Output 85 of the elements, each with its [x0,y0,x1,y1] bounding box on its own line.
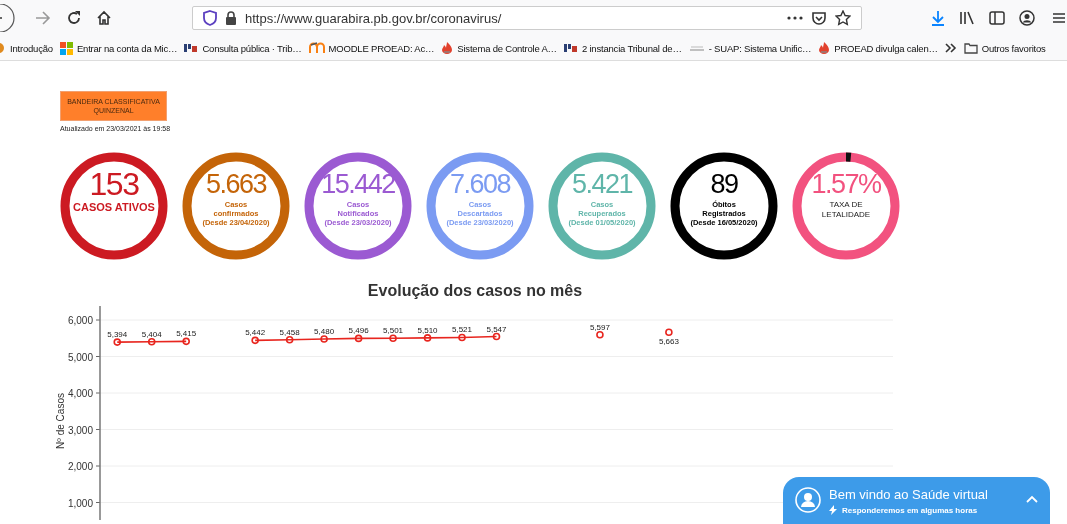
folder-icon [963,42,978,54]
stat-value: 1.57% [811,168,881,200]
tick-label: 1,000 [67,497,93,509]
flame-icon [818,41,831,55]
stat-label: TAXA DE [829,200,863,210]
data-label: 5,510 [417,325,438,335]
chevron-up-icon[interactable] [1026,495,1038,503]
reload-icon[interactable] [66,10,82,26]
more-icon[interactable] [787,16,803,20]
data-point [492,332,501,341]
data-label: 5,501 [383,326,404,336]
stat-value: 5.421 [571,168,633,200]
sidebar-icon[interactable] [989,11,1005,25]
address-bar[interactable]: https://www.guarabira.pb.gov.br/coronavirus/ [192,6,862,30]
bookmark-item[interactable]: - SUAP: Sistema Unific… [688,42,812,54]
data-label: 5,663 [658,337,679,347]
data-label: 5,547 [486,324,507,334]
stat-value: 7.608 [449,168,511,200]
data-point [320,335,328,343]
forward-icon[interactable] [34,10,52,26]
pocket-icon[interactable] [811,10,827,26]
data-label: 5,496 [348,326,369,336]
tick-mark [95,392,101,394]
data-point [251,336,259,345]
bookmark-item[interactable]: MOODLE PROEAD: Ac… [308,42,435,54]
data-point [113,338,122,346]
chevron-icon[interactable] [944,43,957,53]
bookmark-item[interactable]: Introdução [0,42,53,54]
data-label: 5,394 [107,330,128,340]
tick-label: 5,000 [67,351,93,363]
data-point [458,333,466,342]
data-point [354,334,363,343]
stat-value: 5.663 [205,168,267,200]
lock-icon [225,11,237,25]
data-point [423,334,432,342]
data-label: 5,458 [279,327,300,337]
stat-label: CASOS ATIVOS [73,200,155,214]
data-label: 5,480 [314,327,335,336]
tick-label: 3,000 [67,424,93,436]
tick-label: 2,000 [67,461,93,472]
data-label: 5,597 [589,322,610,332]
data-point [596,330,604,339]
chat-subtitle: Responderemos em algumas horas [842,505,978,515]
star-icon[interactable] [835,10,851,26]
chat-title: Bem vindo ao Saúde virtual [829,487,988,502]
url-text: https://www.guarabira.pb.gov.br/coronavirus/ [245,10,502,26]
chart-title: Evolução dos casos no mês [366,282,584,300]
data-label: 5,415 [176,329,197,339]
tick-mark [95,356,101,357]
bookmark-folder[interactable]: Outros favoritos [963,42,1046,54]
stat-label: LETALIDADE [821,210,871,220]
stat-value: 153 [89,168,139,200]
library-icon[interactable] [959,11,975,25]
account-icon[interactable] [1019,10,1035,26]
shield-icon[interactable] [203,10,217,26]
tick-label: 6,000 [67,315,93,326]
stat-value: 89 [710,168,738,200]
flame-icon [441,41,454,55]
bookmark-item[interactable]: Sistema de Controle A… [441,41,557,55]
tick-label: 4,000 [67,388,93,399]
data-point [389,334,397,343]
tick-mark [95,502,101,503]
axis-title: Nº de Casos [55,393,66,449]
home-icon[interactable] [96,10,112,26]
data-label: 5,404 [141,329,162,339]
avatar-icon [795,487,821,513]
menu-icon[interactable] [1053,12,1065,24]
data-point [147,337,156,346]
data-point [285,335,294,344]
windows-icon [59,41,73,55]
bookmark-item[interactable]: PROEAD divulga calen… [818,41,938,55]
bookmark-item[interactable]: Consulta pública · Trib… [184,42,302,54]
data-label: 5,442 [245,328,266,338]
tick-mark [95,319,101,321]
bolt-icon [829,505,837,515]
moodle-icon [308,42,325,54]
tick-mark [95,429,101,430]
data-point [182,337,190,346]
bookmark-item[interactable]: 2 instancia Tribunal de… [563,42,682,54]
bookmark-item[interactable]: Entrar na conta da Mic… [59,41,178,55]
stat-value: 15.442 [321,168,395,200]
tick-mark [95,465,101,467]
download-icon[interactable] [931,10,945,26]
data-label: 5,521 [452,325,473,335]
data-point [665,328,673,337]
